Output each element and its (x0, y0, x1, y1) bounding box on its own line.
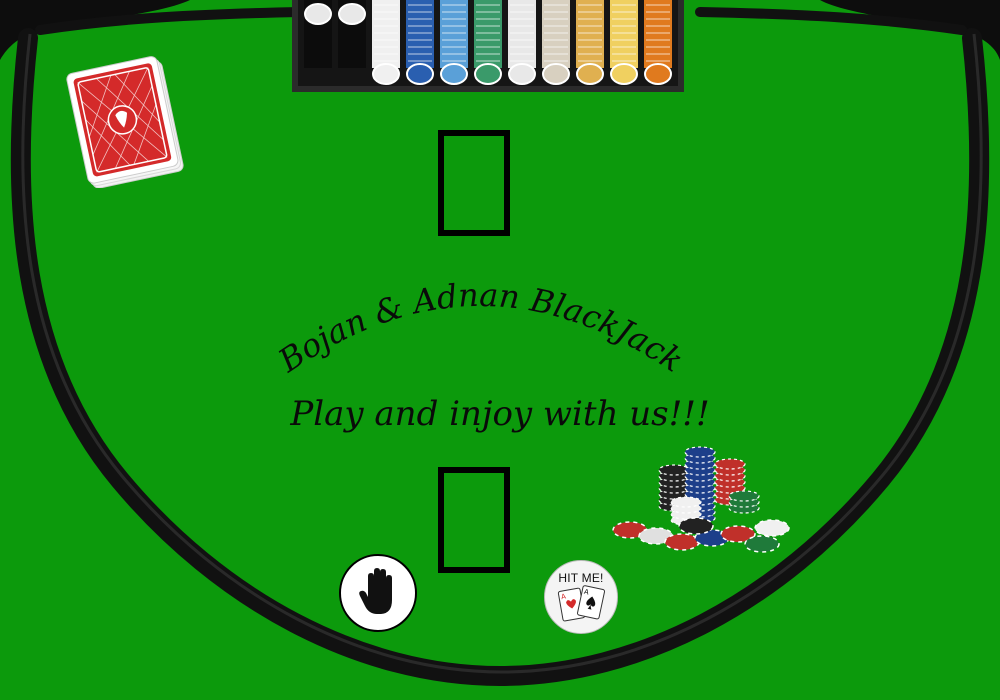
chip-pile (612, 446, 790, 553)
pile-chip (678, 517, 714, 535)
pile-chip (728, 490, 760, 502)
blackjack-table: Bojan & Adnan BlackJack Play and injoy w… (0, 0, 1000, 700)
cards-icon: A A (557, 585, 606, 622)
pile-chip (684, 446, 716, 458)
table-title: Bojan & Adnan BlackJack (271, 276, 690, 380)
stand-button[interactable] (339, 554, 417, 632)
pile-chip (754, 519, 790, 537)
pile-chip (664, 533, 700, 551)
table-tagline: Play and injoy with us!!! (290, 394, 710, 434)
pile-chip (744, 535, 780, 553)
pile-chip (670, 496, 702, 508)
pile-chip (658, 464, 690, 476)
hit-button[interactable]: HIT ME! A A (544, 560, 618, 634)
pile-chip (714, 458, 746, 470)
hand-stop-icon (359, 568, 392, 614)
svg-text:Bojan & Adnan BlackJack: Bojan & Adnan BlackJack (271, 276, 690, 380)
